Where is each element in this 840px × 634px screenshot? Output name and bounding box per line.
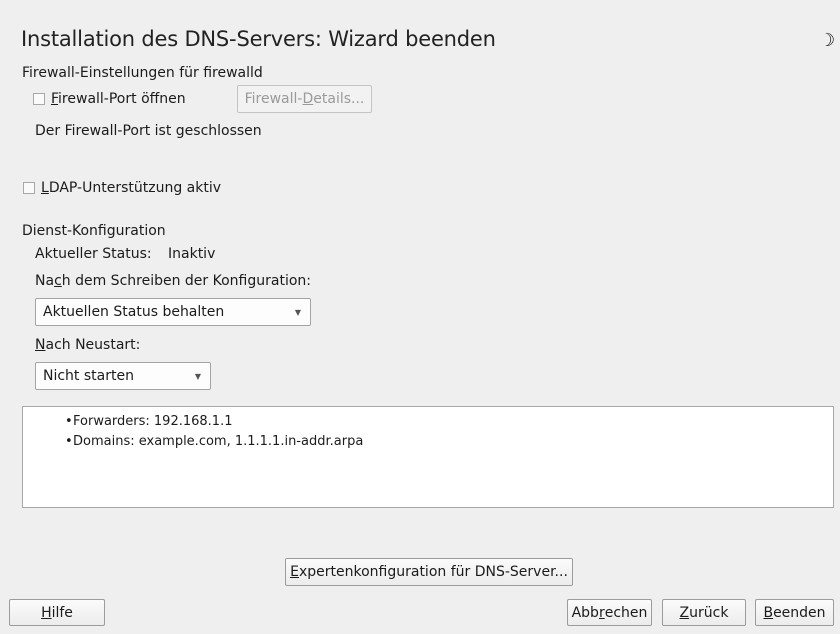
chevron-down-icon: ▼: [294, 308, 301, 317]
after-write-label: Nach dem Schreiben der Konfiguration:: [35, 273, 311, 289]
ldap-checkbox[interactable]: [23, 182, 35, 194]
help-button[interactable]: Hilfe: [9, 599, 105, 626]
cancel-button[interactable]: Abb r echen: [567, 599, 652, 626]
firewall-port-checkbox[interactable]: [33, 93, 45, 105]
moon-icon[interactable]: ☽: [819, 30, 835, 51]
page-title: Installation des DNS-Servers: Wizard bee…: [21, 27, 496, 51]
ldap-label[interactable]: LDAP-Unterstützung aktiv: [41, 180, 221, 196]
after-write-select[interactable]: Aktuellen Status behalten ▼: [35, 298, 311, 326]
summary-box: Forwarders: 192.168.1.1 Domains: example…: [22, 406, 834, 508]
firewall-port-label[interactable]: Firewall-Port öffnen: [51, 91, 186, 107]
list-item: Forwarders: 192.168.1.1: [65, 414, 233, 429]
finish-button[interactable]: Beenden: [755, 599, 834, 626]
after-reboot-selected: Nicht starten: [43, 368, 134, 384]
firewall-status-text: Der Firewall-Port ist geschlossen: [35, 123, 262, 139]
current-status-value: Inaktiv: [168, 246, 216, 262]
firewall-section-label: Firewall-Einstellungen für firewalld: [22, 65, 263, 81]
after-write-selected: Aktuellen Status behalten: [43, 304, 225, 320]
expert-config-button[interactable]: Expertenkonfiguration für DNS-Server...: [285, 558, 573, 586]
firewall-details-button[interactable]: Firewall- Details...: [237, 85, 372, 113]
list-item: Domains: example.com, 1.1.1.1.in-addr.ar…: [65, 434, 363, 449]
back-button[interactable]: Zurück: [662, 599, 746, 626]
after-reboot-select[interactable]: Nicht starten ▼: [35, 362, 211, 390]
service-section-label: Dienst-Konfiguration: [22, 223, 166, 239]
current-status-label: Aktueller Status:: [35, 246, 152, 262]
chevron-down-icon: ▼: [194, 372, 201, 381]
after-reboot-label: Nach Neustart:: [35, 337, 141, 353]
